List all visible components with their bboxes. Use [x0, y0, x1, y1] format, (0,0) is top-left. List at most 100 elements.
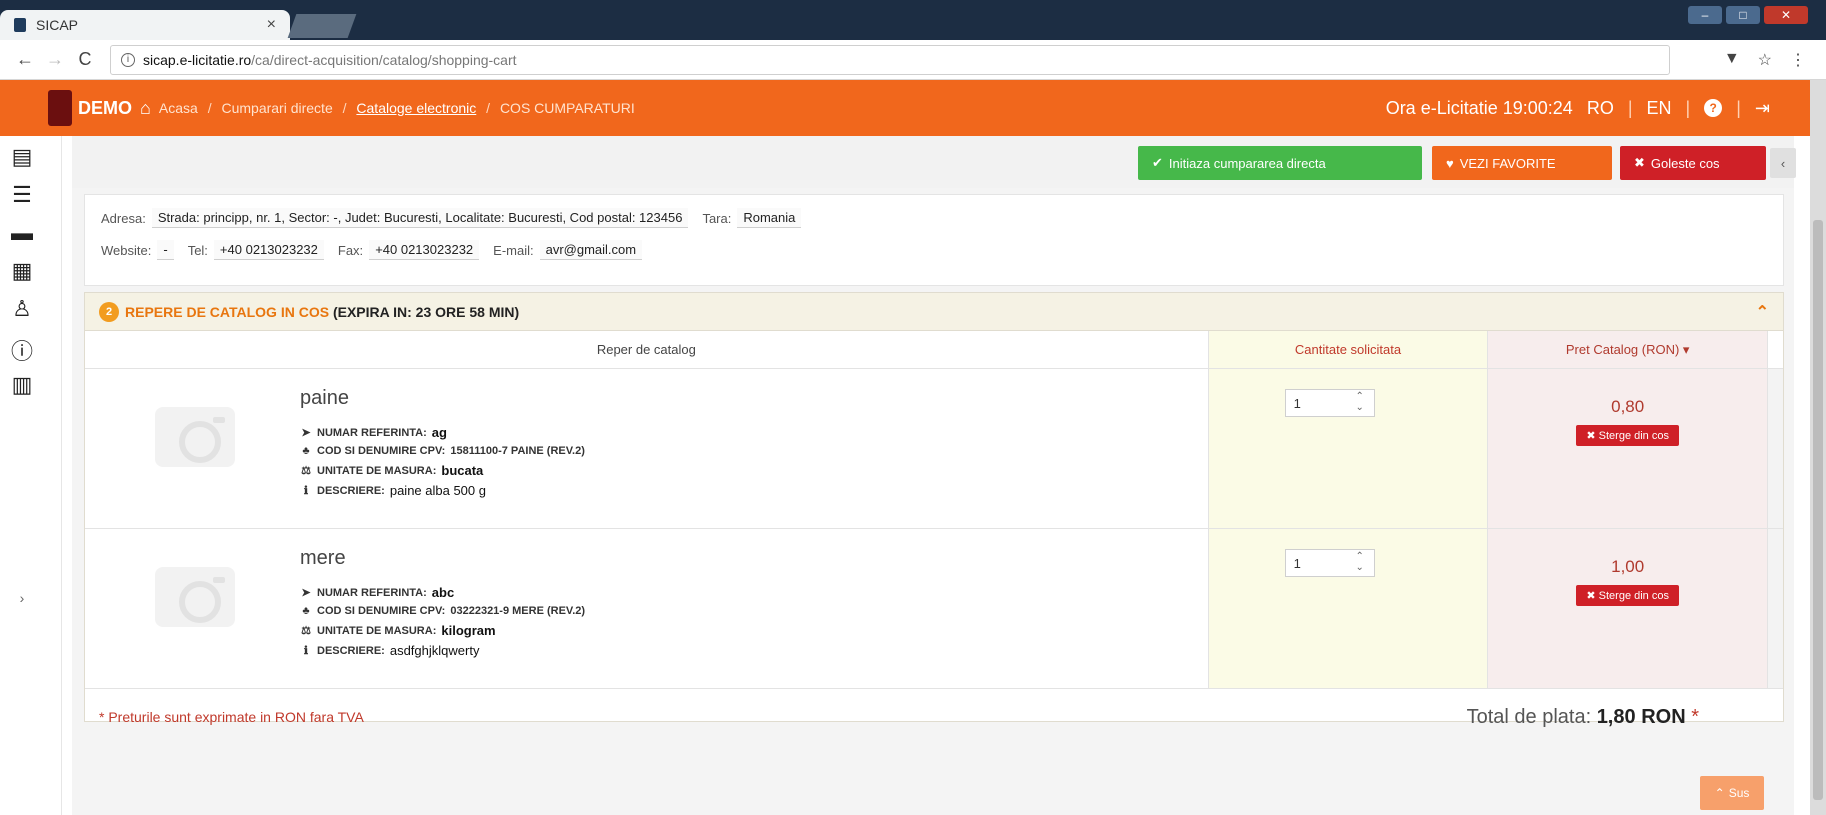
stepper-down-icon[interactable]: ⌄	[1349, 402, 1371, 413]
breadcrumb-separator: /	[486, 100, 491, 116]
balance-scale-icon: ⚖	[301, 465, 311, 477]
remove-from-cart-button[interactable]: ✖ Sterge din cos	[1576, 425, 1679, 446]
logout-icon[interactable]: ⇥	[1755, 98, 1770, 119]
item-cell: paine ➤ NUMAR REFERINTA: ag ♣ COD SI DEN…	[85, 369, 1208, 528]
clock-value: 19:00:24	[1502, 97, 1573, 118]
help-icon[interactable]: ?	[1704, 99, 1723, 117]
brand-label: DEMO	[78, 97, 132, 118]
window-minimize-button[interactable]: –	[1688, 6, 1722, 24]
catalog-icon[interactable]: ▦	[0, 258, 44, 284]
cpv-line: ♣ COD SI DENUMIRE CPV: 03222321-9 MERE (…	[300, 605, 585, 617]
cards-icon[interactable]: ▬	[0, 220, 44, 246]
website-label: Website:	[101, 242, 152, 258]
cart-table-header: Reper de catalog Cantitate solicitata Pr…	[85, 331, 1783, 369]
price-cell: 0,80 ✖ Sterge din cos	[1487, 369, 1768, 528]
tab-close-icon[interactable]: ×	[267, 16, 276, 34]
extension-icon[interactable]: ▼	[1724, 50, 1740, 70]
stepper-down-icon[interactable]: ⌄	[1349, 562, 1371, 573]
breadcrumb-item-direct[interactable]: Cumparari directe	[221, 100, 332, 116]
window-controls: – □ ✕	[1688, 6, 1808, 24]
item-cell: mere ➤ NUMAR REFERINTA: abc ♣ COD SI DEN…	[85, 529, 1208, 688]
stepper-up-icon[interactable]: ⌃	[1349, 551, 1371, 562]
cart-panel-header[interactable]: 2 REPERE DE CATALOG IN COS (EXPIRA IN: 2…	[85, 293, 1783, 331]
breadcrumb-item-home[interactable]: Acasa	[159, 100, 198, 116]
left-icon-rail: ▤ ☰ ▬ ▦ ♙ ⓘ ▥ ›	[0, 136, 62, 815]
rail-expand-icon[interactable]: ›	[10, 586, 34, 610]
divider: |	[1736, 97, 1741, 118]
list-icon[interactable]: ☰	[0, 182, 44, 208]
app-root: SICAP × – □ ✕ ← → C i sicap.e-licitatie.…	[0, 0, 1826, 815]
header-right: Ora e-Licitatie 19:00:24 RO | EN | ? | ⇥	[1386, 98, 1770, 119]
product-name[interactable]: mere	[300, 547, 346, 570]
app-header: DEMO ⌂ Acasa / Cumparari directe / Catal…	[0, 80, 1810, 136]
qty-cell: 1 ⌃ ⌄	[1207, 369, 1488, 528]
reload-icon[interactable]: C	[70, 49, 100, 70]
browser-tab-strip: SICAP × – □ ✕	[0, 0, 1826, 40]
stats-icon[interactable]: ▥	[0, 372, 44, 398]
breadcrumb-item-cart: COS CUMPARATURI	[499, 100, 635, 116]
desc-value: paine alba 500 g	[389, 483, 486, 498]
desc-value: asdfghjklqwerty	[389, 643, 480, 658]
quantity-stepper[interactable]: ⌃ ⌄	[1349, 391, 1371, 415]
empty-cart-button[interactable]: ✖ Goleste cos	[1620, 146, 1766, 180]
window-maximize-button[interactable]: □	[1726, 6, 1760, 24]
browser-tab[interactable]: SICAP ×	[0, 10, 290, 40]
expiry-prefix: (EXPIRA IN:	[332, 303, 412, 320]
table-row: mere ➤ NUMAR REFERINTA: abc ♣ COD SI DEN…	[85, 529, 1783, 689]
col-header-price[interactable]: Pret Catalog (RON) ▾	[1487, 331, 1768, 368]
stepper-up-icon[interactable]: ⌃	[1349, 391, 1371, 402]
total-to-pay: Total de plata: 1,80 RON *	[1467, 706, 1699, 729]
table-scrollbar[interactable]	[1767, 369, 1783, 528]
scroll-top-label: Sus	[1728, 786, 1750, 800]
collapse-panel-button[interactable]: ‹	[1770, 148, 1796, 178]
quantity-stepper[interactable]: ⌃ ⌄	[1349, 551, 1371, 575]
x-icon: ✖	[1586, 430, 1596, 442]
app-logo[interactable]	[48, 90, 72, 126]
url-input[interactable]: i sicap.e-licitatie.ro /ca/direct-acquis…	[110, 44, 1670, 75]
notes-icon[interactable]: ▤	[0, 144, 44, 170]
page-scrollbar[interactable]	[1810, 80, 1826, 815]
home-icon[interactable]: ⌂	[140, 98, 151, 119]
cpv-value: 03222321-9 MERE (REV.2)	[450, 605, 586, 617]
lang-en-link[interactable]: EN	[1647, 98, 1672, 119]
desc-line: ℹ DESCRIERE: asdfghjklqwerty	[300, 643, 480, 658]
ref-line: ➤ NUMAR REFERINTA: ag	[300, 425, 447, 440]
chevron-up-icon: ⌃	[1714, 786, 1725, 800]
qty-cell: 1 ⌃ ⌄	[1207, 529, 1488, 688]
um-label: UNITATE DE MASURA:	[317, 624, 437, 637]
ref-value: abc	[431, 585, 455, 600]
breadcrumb-separator: /	[342, 100, 347, 116]
cpv-line: ♣ COD SI DENUMIRE CPV: 15811100-7 PAINE …	[300, 445, 585, 457]
info-icon[interactable]: ⓘ	[0, 334, 44, 366]
browser-menu-icon[interactable]: ⋮	[1790, 50, 1806, 70]
bookmark-star-icon[interactable]: ☆	[1758, 50, 1772, 70]
table-scrollbar[interactable]	[1767, 529, 1783, 688]
browser-tab-title: SICAP	[36, 17, 79, 33]
action-bar: ✔ Initiaza cumpararea directa ♥ VEZI FAV…	[72, 136, 1796, 188]
site-info-icon[interactable]: i	[121, 52, 135, 67]
lang-ro-link[interactable]: RO	[1587, 98, 1614, 119]
remove-label: Sterge din cos	[1598, 590, 1669, 602]
scrollbar-thumb[interactable]	[1813, 220, 1823, 800]
desc-label: DESCRIERE:	[317, 484, 385, 497]
view-favorites-button[interactable]: ♥ VEZI FAVORITE	[1432, 146, 1612, 180]
cart-panel: 2 REPERE DE CATALOG IN COS (EXPIRA IN: 2…	[84, 292, 1784, 728]
check-icon: ✔	[1152, 155, 1163, 170]
scroll-top-button[interactable]: ⌃ Sus	[1700, 776, 1764, 810]
back-arrow-icon[interactable]: ←	[10, 49, 40, 70]
tel-label: Tel:	[187, 242, 208, 258]
initiate-purchase-button[interactable]: ✔ Initiaza cumpararea directa	[1138, 146, 1422, 180]
window-close-button[interactable]: ✕	[1764, 6, 1808, 24]
cart-count-badge: 2	[99, 301, 119, 322]
product-name[interactable]: paine	[300, 387, 349, 410]
collapse-chevron-icon[interactable]: ⌃	[1756, 302, 1769, 322]
user-icon[interactable]: ♙	[0, 296, 44, 322]
address-row: Adresa: Strada: principp, nr. 1, Sector:…	[101, 205, 1767, 231]
desc-line: ℹ DESCRIERE: paine alba 500 g	[300, 483, 486, 498]
forward-arrow-icon[interactable]: →	[40, 49, 70, 70]
new-tab-button[interactable]	[287, 14, 357, 38]
clock-label: Ora e-Licitatie 19:00:24	[1385, 97, 1573, 118]
remove-from-cart-button[interactable]: ✖ Sterge din cos	[1576, 585, 1679, 606]
breadcrumb-item-catalog[interactable]: Cataloge electronic	[356, 100, 476, 116]
expiry-mins: 58	[469, 303, 485, 320]
